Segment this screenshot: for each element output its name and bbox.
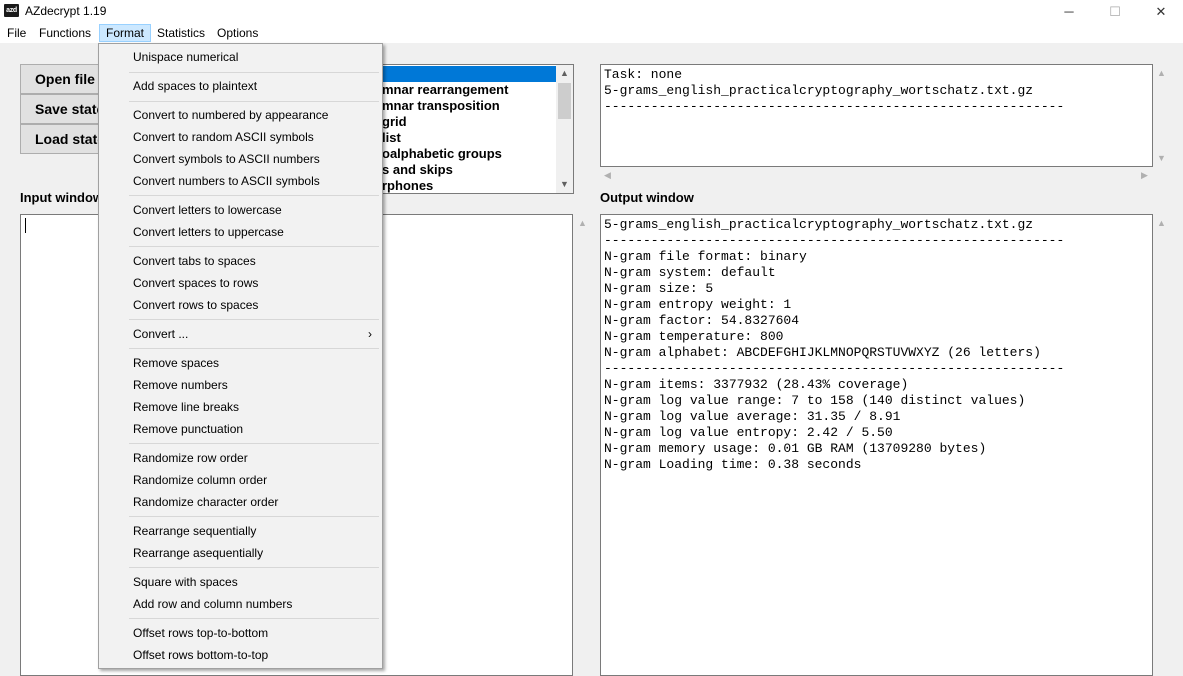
menu-item-randomize-character-order[interactable]: Randomize character order (99, 491, 382, 513)
task-scroll-down-icon[interactable]: ▼ (1157, 153, 1166, 163)
menu-item-rearrange-sequentially[interactable]: Rearrange sequentially (99, 520, 382, 542)
task-textarea[interactable]: Task: none 5-grams_english_practicalcryp… (600, 64, 1153, 167)
task-scroll-left-icon[interactable]: ◀ (604, 170, 611, 181)
open-file-button[interactable]: Open file (20, 64, 106, 94)
output-line: N-gram system: default (604, 265, 776, 280)
output-line: N-gram size: 5 (604, 281, 714, 296)
menu-item-randomize-row-order[interactable]: Randomize row order (99, 447, 382, 469)
menu-separator (129, 516, 379, 517)
menu-separator (129, 246, 379, 247)
output-line: 5-grams_english_practicalcryptography_wo… (604, 217, 1034, 232)
menu-separator (129, 319, 379, 320)
menu-item-add-spaces-to-plaintext[interactable]: Add spaces to plaintext (99, 75, 382, 97)
menu-options[interactable]: Options (211, 24, 264, 42)
output-line: N-gram items: 3377932 (28.43% coverage) (604, 377, 909, 392)
output-line: N-gram alphabet: ABCDEFGHIJKLMNOPQRSTUVW… (604, 345, 1041, 360)
menu-separator (129, 195, 379, 196)
menu-separator (129, 72, 379, 73)
output-textarea[interactable]: 5-grams_english_practicalcryptography_wo… (600, 214, 1153, 676)
app-icon: azd (4, 4, 19, 17)
menu-item-remove-numbers[interactable]: Remove numbers (99, 374, 382, 396)
menu-item-convert-random-ascii-symbols[interactable]: Convert to random ASCII symbols (99, 126, 382, 148)
output-line: N-gram log value range: 7 to 158 (140 di… (604, 393, 1026, 408)
menu-item-convert-submenu[interactable]: Convert ... › (99, 323, 382, 345)
list-scrollbar[interactable]: ▲ ▼ (556, 65, 573, 193)
menu-item-convert-rows-to-spaces[interactable]: Convert rows to spaces (99, 294, 382, 316)
menu-item-convert-label: Convert ... (133, 327, 189, 341)
output-line: N-gram file format: binary (604, 249, 807, 264)
scroll-down-arrow-icon[interactable]: ▼ (556, 176, 573, 193)
output-line: N-gram log value entropy: 2.42 / 5.50 (604, 425, 893, 440)
task-line: Task: none (604, 67, 683, 82)
menu-item-offset-rows-bottom-to-top[interactable]: Offset rows bottom-to-top (99, 644, 382, 666)
menu-item-add-row-column-numbers[interactable]: Add row and column numbers (99, 593, 382, 615)
menu-item-remove-line-breaks[interactable]: Remove line breaks (99, 396, 382, 418)
title-bar: azd AZdecrypt 1.19 ─ ☐ ✕ (0, 0, 1183, 23)
output-line: N-gram temperature: 800 (604, 329, 784, 344)
menu-item-remove-spaces[interactable]: Remove spaces (99, 352, 382, 374)
output-line: N-gram log value average: 31.35 / 8.91 (604, 409, 901, 424)
input-window-label: Input window (20, 190, 104, 205)
menu-item-unispace-numerical[interactable]: Unispace numerical (99, 46, 382, 68)
format-menu: Unispace numerical Add spaces to plainte… (98, 43, 383, 669)
menu-separator (129, 567, 379, 568)
menu-item-remove-punctuation[interactable]: Remove punctuation (99, 418, 382, 440)
text-caret (25, 218, 26, 233)
output-line: N-gram Loading time: 0.38 seconds (604, 457, 862, 472)
menu-item-convert-symbols-to-ascii-numbers[interactable]: Convert symbols to ASCII numbers (99, 148, 382, 170)
menu-item-convert-letters-lowercase[interactable]: Convert letters to lowercase (99, 199, 382, 221)
close-button[interactable]: ✕ (1138, 0, 1183, 23)
window-title: AZdecrypt 1.19 (25, 4, 107, 18)
submenu-arrow-icon: › (368, 327, 372, 341)
menu-format[interactable]: Format (99, 24, 152, 42)
menu-statistics[interactable]: Statistics (151, 24, 211, 42)
menu-item-convert-spaces-to-rows[interactable]: Convert spaces to rows (99, 272, 382, 294)
task-line: 5-grams_english_practicalcryptography_wo… (604, 83, 1034, 98)
output-line: ----------------------------------------… (604, 361, 1065, 376)
menu-item-rearrange-asequentially[interactable]: Rearrange asequentially (99, 542, 382, 564)
menu-separator (129, 348, 379, 349)
output-scroll-up-icon[interactable]: ▲ (1157, 218, 1166, 228)
menu-separator (129, 618, 379, 619)
output-line: ----------------------------------------… (604, 233, 1065, 248)
menu-file[interactable]: File (1, 24, 32, 42)
scroll-up-arrow-icon[interactable]: ▲ (556, 65, 573, 82)
menu-separator (129, 443, 379, 444)
menu-separator (129, 101, 379, 102)
task-line: ----------------------------------------… (604, 99, 1065, 114)
menu-item-convert-tabs-to-spaces[interactable]: Convert tabs to spaces (99, 250, 382, 272)
menu-functions[interactable]: Functions (33, 24, 97, 42)
menu-item-convert-letters-uppercase[interactable]: Convert letters to uppercase (99, 221, 382, 243)
menu-item-square-with-spaces[interactable]: Square with spaces (99, 571, 382, 593)
maximize-button[interactable]: ☐ (1092, 0, 1138, 23)
task-scroll-up-icon[interactable]: ▲ (1157, 68, 1166, 78)
minimize-button[interactable]: ─ (1046, 0, 1092, 23)
menu-item-offset-rows-top-to-bottom[interactable]: Offset rows top-to-bottom (99, 622, 382, 644)
menu-item-randomize-column-order[interactable]: Randomize column order (99, 469, 382, 491)
task-scroll-right-icon[interactable]: ▶ (1141, 170, 1148, 181)
output-line: N-gram memory usage: 0.01 GB RAM (137092… (604, 441, 987, 456)
output-line: N-gram factor: 54.8327604 (604, 313, 800, 328)
save-state-button[interactable]: Save state (20, 94, 106, 124)
load-state-button[interactable]: Load state (20, 124, 106, 154)
menu-item-convert-numbers-to-ascii-symbols[interactable]: Convert numbers to ASCII symbols (99, 170, 382, 192)
output-window-label: Output window (600, 190, 694, 205)
output-line: N-gram entropy weight: 1 (604, 297, 792, 312)
input-scroll-up-icon[interactable]: ▲ (578, 218, 587, 228)
menu-bar: File Functions Format Statistics Options (0, 23, 1183, 43)
menu-item-convert-numbered-by-appearance[interactable]: Convert to numbered by appearance (99, 104, 382, 126)
scroll-thumb[interactable] (558, 83, 571, 119)
